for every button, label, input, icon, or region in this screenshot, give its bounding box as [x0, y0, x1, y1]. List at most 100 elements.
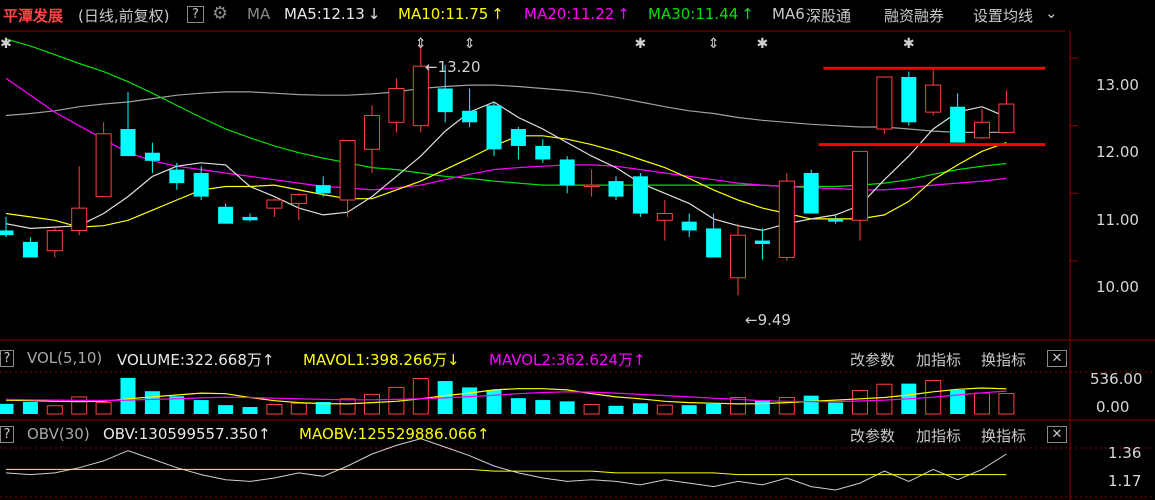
obv-help-icon[interactable]: ?: [0, 426, 14, 443]
volume-bar: [852, 390, 868, 415]
candle-body: [46, 229, 63, 252]
candle-body: [242, 216, 258, 221]
high-price-label: ←13.20: [425, 58, 481, 76]
event-marker: ✱: [903, 36, 915, 52]
candle-body: [730, 234, 746, 279]
volume-bar: [218, 405, 234, 414]
obv-change-params-button[interactable]: 改参数: [850, 425, 895, 446]
candle-body: [339, 140, 356, 201]
candle-body: [803, 172, 819, 214]
volume-bar: [803, 395, 819, 414]
vol-tick-zero: 0.00: [1096, 398, 1130, 416]
volume-bar: [22, 401, 38, 414]
volume-bar: [0, 403, 14, 414]
volume-bar: [193, 400, 209, 414]
volume-bar: [559, 401, 575, 414]
candle-body: [95, 133, 112, 198]
volume-bar: [266, 404, 283, 415]
candle-body: [364, 115, 380, 150]
candle-body: [998, 103, 1015, 133]
obv-title: OBV(30): [27, 425, 90, 443]
candle-body: [315, 185, 331, 194]
event-marker: ✱: [635, 36, 647, 52]
volume-bar: [828, 402, 844, 414]
candle-body: [510, 129, 526, 146]
price-tick-11: 11.00: [1096, 211, 1139, 229]
candle-body: [754, 240, 770, 244]
obv-tick-low: 1.17: [1108, 472, 1142, 490]
mavol1-value: MAVOL1:398.266万↓: [303, 351, 460, 369]
candle-body: [71, 207, 88, 231]
volume-bar: [242, 407, 258, 414]
volume-bar: [412, 378, 429, 415]
volume-bar: [632, 403, 648, 414]
candle-body: [901, 76, 917, 123]
maobv-line: [6, 468, 1007, 476]
candle-body: [535, 145, 551, 160]
candle-body: [583, 184, 600, 187]
candle-body: [950, 106, 966, 143]
obv-panel-header: ? OBV(30) OBV:130599557.350↑ MAOBV:12552…: [0, 424, 1155, 446]
volume-bar: [583, 404, 600, 415]
obv-value: OBV:130599557.350↑: [103, 425, 271, 443]
volume-bar: [998, 393, 1015, 415]
event-marker: ⇕: [708, 36, 720, 52]
event-marker: ⇕: [464, 36, 476, 52]
candle-body: [144, 152, 160, 161]
candle-body: [462, 110, 478, 123]
candle-body: [388, 87, 405, 123]
candle-body: [290, 194, 307, 204]
event-marker: ⇕: [415, 36, 427, 52]
candle-body: [852, 150, 868, 221]
obv-close-icon[interactable]: ✕: [1047, 426, 1067, 443]
obv-line: [5, 438, 1007, 491]
volume-bar: [656, 404, 673, 415]
volume-bar: [706, 403, 722, 414]
mavol2-value: MAVOL2:362.624万↑: [489, 351, 646, 369]
candle-body: [681, 221, 697, 231]
volume-bar: [46, 405, 63, 415]
candle-body: [778, 180, 795, 258]
candle-body: [706, 228, 722, 258]
candle-body: [608, 181, 624, 197]
candle-body: [169, 169, 185, 184]
candle-body: [656, 213, 673, 221]
volume-bar: [486, 389, 502, 414]
volume-bar: [364, 393, 380, 415]
price-tick-13: 13.00: [1096, 76, 1139, 94]
volume-bar: [71, 396, 88, 415]
vol-switch-indicator-button[interactable]: 换指标: [981, 349, 1026, 370]
vol-tick-max: 536.00: [1090, 370, 1143, 388]
price-tick-10: 10.00: [1096, 278, 1139, 296]
candle-body: [876, 76, 893, 130]
obv-switch-indicator-button[interactable]: 换指标: [981, 425, 1026, 446]
obv-tick-high: 1.36: [1108, 444, 1142, 462]
vol-close-icon[interactable]: ✕: [1047, 350, 1067, 367]
volume-bar: [608, 405, 624, 414]
ma60-line: [5, 84, 1007, 133]
event-marker: ✱: [0, 36, 12, 52]
volume-bar: [974, 392, 990, 415]
obv-add-indicator-button[interactable]: 加指标: [916, 425, 961, 446]
event-marker: ✱: [757, 36, 769, 52]
volume-bar: [510, 398, 526, 414]
volume-bar: [144, 391, 160, 414]
volume-bar: [876, 383, 893, 415]
volume-value: VOLUME:322.668万↑: [117, 351, 275, 369]
candle-body: [218, 206, 234, 224]
volume-bar: [754, 400, 770, 414]
candle-body: [266, 199, 283, 209]
volume-bar: [462, 387, 478, 414]
candle-body: [828, 218, 844, 222]
volume-bar: [681, 405, 697, 414]
vol-add-indicator-button[interactable]: 加指标: [916, 349, 961, 370]
volume-bar: [339, 398, 356, 415]
candle-body: [437, 88, 453, 113]
vol-help-icon[interactable]: ?: [0, 350, 14, 367]
candle-body: [22, 241, 38, 258]
candle-body: [925, 84, 942, 113]
low-price-label: ←9.49: [745, 311, 791, 329]
maobv-value: MAOBV:125529886.066↑: [299, 425, 490, 443]
vol-change-params-button[interactable]: 改参数: [850, 349, 895, 370]
volume-bar: [95, 402, 112, 415]
